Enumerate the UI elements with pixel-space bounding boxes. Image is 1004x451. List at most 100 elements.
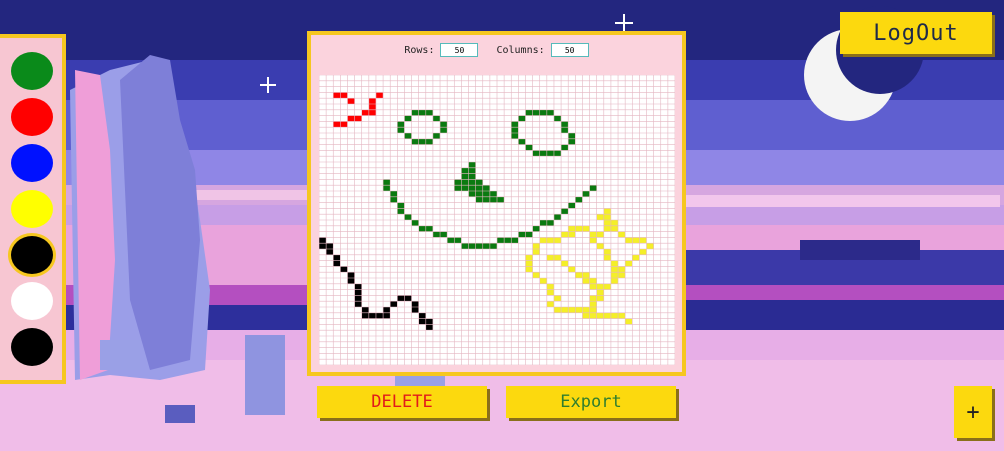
painted-pixel[interactable]	[603, 214, 611, 220]
painted-pixel[interactable]	[383, 307, 391, 313]
painted-pixel[interactable]	[568, 133, 576, 139]
painted-pixel[interactable]	[361, 109, 369, 116]
painted-pixel[interactable]	[568, 138, 576, 145]
painted-pixel[interactable]	[582, 307, 590, 313]
painted-pixel[interactable]	[383, 185, 391, 191]
painted-pixel[interactable]	[553, 295, 562, 302]
painted-pixel[interactable]	[539, 237, 547, 244]
painted-pixel[interactable]	[397, 127, 405, 133]
painted-pixel[interactable]	[390, 301, 398, 307]
pixel-grid[interactable]	[319, 75, 675, 365]
export-button[interactable]: Export	[506, 386, 676, 418]
color-swatch[interactable]	[11, 236, 53, 274]
painted-pixel[interactable]	[511, 127, 519, 133]
painted-pixel[interactable]	[589, 312, 597, 319]
painted-pixel[interactable]	[497, 237, 505, 244]
painted-pixel[interactable]	[525, 260, 533, 267]
painted-pixel[interactable]	[610, 312, 619, 319]
painted-pixel[interactable]	[625, 318, 633, 325]
painted-pixel[interactable]	[354, 289, 362, 296]
painted-pixel[interactable]	[475, 243, 483, 249]
painted-pixel[interactable]	[525, 109, 533, 116]
painted-pixel[interactable]	[390, 191, 398, 197]
painted-pixel[interactable]	[539, 109, 547, 116]
painted-pixel[interactable]	[440, 121, 448, 128]
painted-pixel[interactable]	[404, 115, 412, 122]
painted-pixel[interactable]	[553, 254, 562, 261]
painted-pixel[interactable]	[553, 115, 562, 122]
painted-pixel[interactable]	[553, 307, 562, 313]
painted-pixel[interactable]	[625, 260, 633, 267]
painted-pixel[interactable]	[425, 138, 433, 145]
painted-pixel[interactable]	[461, 173, 469, 180]
painted-pixel[interactable]	[632, 237, 640, 244]
painted-pixel[interactable]	[589, 185, 597, 191]
painted-pixel[interactable]	[319, 237, 327, 244]
painted-pixel[interactable]	[589, 301, 597, 307]
painted-pixel[interactable]	[532, 243, 540, 249]
painted-pixel[interactable]	[354, 115, 362, 122]
painted-pixel[interactable]	[475, 191, 483, 197]
painted-pixel[interactable]	[603, 249, 611, 255]
painted-pixel[interactable]	[511, 133, 519, 139]
painted-pixel[interactable]	[625, 237, 633, 244]
painted-pixel[interactable]	[468, 179, 476, 186]
painted-pixel[interactable]	[546, 150, 554, 157]
painted-pixel[interactable]	[489, 243, 497, 249]
columns-input[interactable]	[550, 43, 589, 57]
painted-pixel[interactable]	[475, 179, 483, 186]
painted-pixel[interactable]	[568, 307, 576, 313]
painted-pixel[interactable]	[589, 237, 597, 244]
painted-pixel[interactable]	[610, 266, 619, 273]
painted-pixel[interactable]	[425, 318, 433, 325]
painted-pixel[interactable]	[418, 109, 426, 116]
painted-pixel[interactable]	[418, 318, 426, 325]
painted-pixel[interactable]	[333, 92, 341, 99]
painted-pixel[interactable]	[447, 237, 455, 244]
painted-pixel[interactable]	[461, 243, 469, 249]
painted-pixel[interactable]	[411, 307, 419, 313]
painted-pixel[interactable]	[375, 312, 384, 319]
painted-pixel[interactable]	[603, 208, 611, 215]
painted-pixel[interactable]	[368, 98, 376, 104]
painted-pixel[interactable]	[596, 289, 604, 296]
painted-pixel[interactable]	[482, 196, 490, 203]
painted-pixel[interactable]	[404, 295, 412, 302]
painted-pixel[interactable]	[368, 104, 376, 110]
color-swatch[interactable]	[11, 190, 53, 228]
painted-pixel[interactable]	[532, 225, 540, 232]
painted-pixel[interactable]	[432, 115, 441, 122]
painted-pixel[interactable]	[361, 312, 369, 319]
painted-pixel[interactable]	[568, 266, 576, 273]
painted-pixel[interactable]	[475, 196, 483, 203]
color-swatch[interactable]	[11, 144, 53, 182]
painted-pixel[interactable]	[539, 150, 547, 157]
painted-pixel[interactable]	[561, 231, 569, 238]
painted-pixel[interactable]	[568, 202, 576, 209]
painted-pixel[interactable]	[354, 283, 362, 290]
painted-pixel[interactable]	[610, 225, 619, 232]
painted-pixel[interactable]	[561, 121, 569, 128]
painted-pixel[interactable]	[610, 220, 619, 226]
painted-pixel[interactable]	[582, 278, 590, 284]
painted-pixel[interactable]	[596, 312, 604, 319]
painted-pixel[interactable]	[596, 295, 604, 302]
painted-pixel[interactable]	[340, 266, 348, 273]
painted-pixel[interactable]	[582, 312, 590, 319]
painted-pixel[interactable]	[468, 191, 476, 197]
painted-pixel[interactable]	[561, 127, 569, 133]
color-swatch[interactable]	[11, 328, 53, 366]
painted-pixel[interactable]	[454, 237, 462, 244]
painted-pixel[interactable]	[333, 260, 341, 267]
painted-pixel[interactable]	[432, 133, 441, 139]
painted-pixel[interactable]	[461, 179, 469, 186]
painted-pixel[interactable]	[618, 272, 626, 278]
painted-pixel[interactable]	[482, 185, 490, 191]
color-swatch[interactable]	[11, 52, 53, 90]
painted-pixel[interactable]	[432, 231, 441, 238]
painted-pixel[interactable]	[397, 202, 405, 209]
painted-pixel[interactable]	[454, 185, 462, 191]
painted-pixel[interactable]	[575, 272, 583, 278]
painted-pixel[interactable]	[532, 272, 540, 278]
painted-pixel[interactable]	[553, 237, 562, 244]
